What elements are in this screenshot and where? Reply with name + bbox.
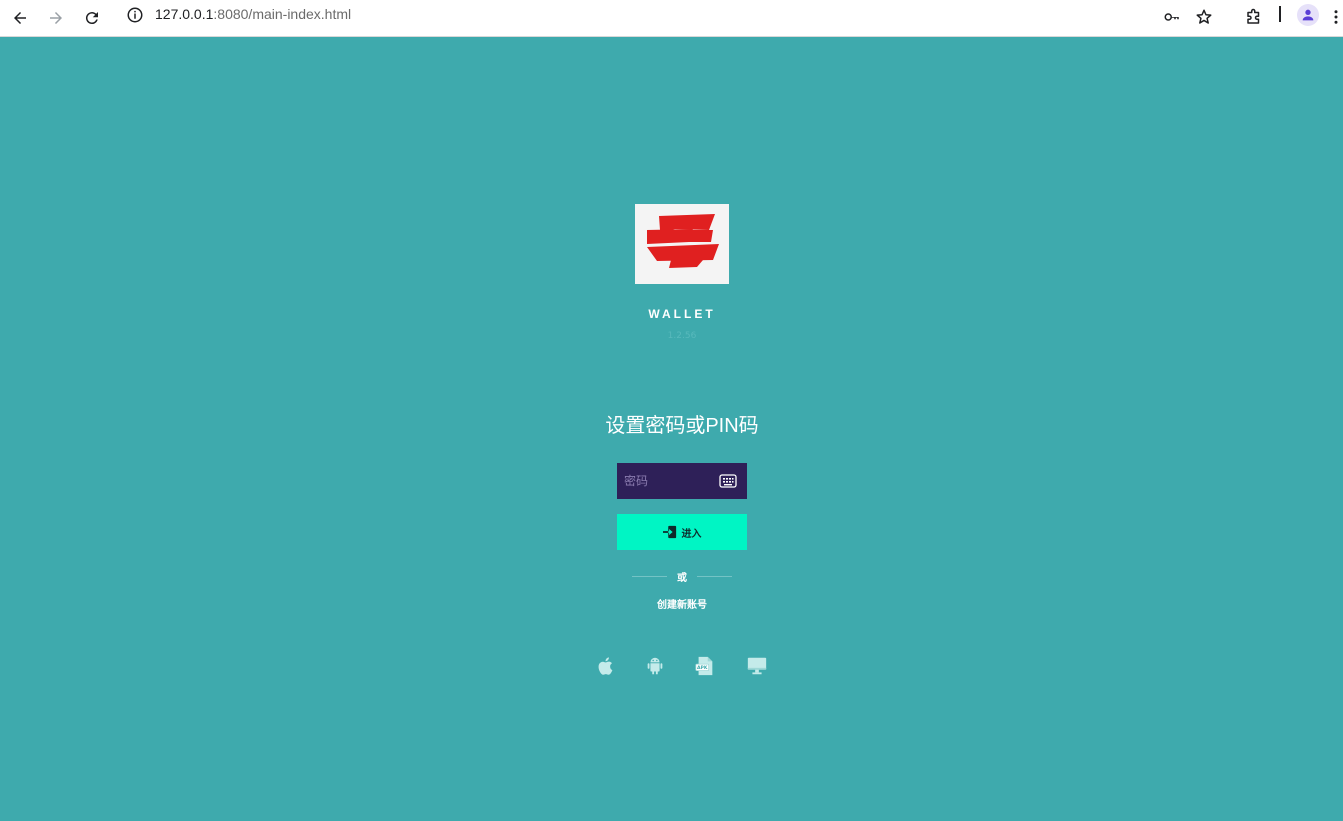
info-icon[interactable] (126, 6, 144, 24)
wallet-logo (635, 204, 729, 284)
address-bar[interactable]: 127.0.0.1:8080/main-index.html (118, 0, 1228, 30)
svg-text:APK: APK (697, 665, 708, 671)
android-icon[interactable] (643, 654, 667, 678)
password-input[interactable] (617, 463, 717, 499)
divider-line-right (697, 576, 732, 577)
sign-in-icon (662, 525, 676, 539)
forward-icon[interactable] (42, 4, 70, 32)
url-host: 127.0.0.1 (155, 6, 214, 22)
page-title: 设置密码或PIN码 (605, 415, 759, 437)
star-icon[interactable] (1192, 5, 1216, 29)
browser-toolbar: 127.0.0.1:8080/main-index.html (0, 0, 1343, 37)
toolbar-divider (1279, 6, 1281, 22)
password-field (617, 463, 747, 499)
desktop-icon[interactable] (745, 654, 769, 678)
url-path: :8080/main-index.html (213, 6, 352, 22)
extensions-icon[interactable] (1242, 5, 1266, 29)
version-text: 1.2.56 (667, 331, 697, 341)
back-icon[interactable] (6, 4, 34, 32)
key-icon[interactable] (1160, 5, 1184, 29)
apk-icon[interactable]: APK (693, 654, 717, 678)
reload-icon[interactable] (78, 4, 106, 32)
url-text[interactable]: 127.0.0.1:8080/main-index.html (155, 6, 351, 22)
enter-label: 进入 (681, 528, 702, 540)
more-icon[interactable] (1330, 5, 1342, 29)
create-account-link[interactable]: 创建新账号 (617, 596, 747, 611)
profile-icon[interactable] (1297, 4, 1319, 26)
brand-name: WALLET (648, 307, 716, 321)
or-divider: 或 (632, 569, 732, 584)
enter-button[interactable]: 进入 (617, 514, 747, 550)
keyboard-icon[interactable] (719, 474, 737, 488)
apple-icon[interactable] (594, 654, 618, 678)
